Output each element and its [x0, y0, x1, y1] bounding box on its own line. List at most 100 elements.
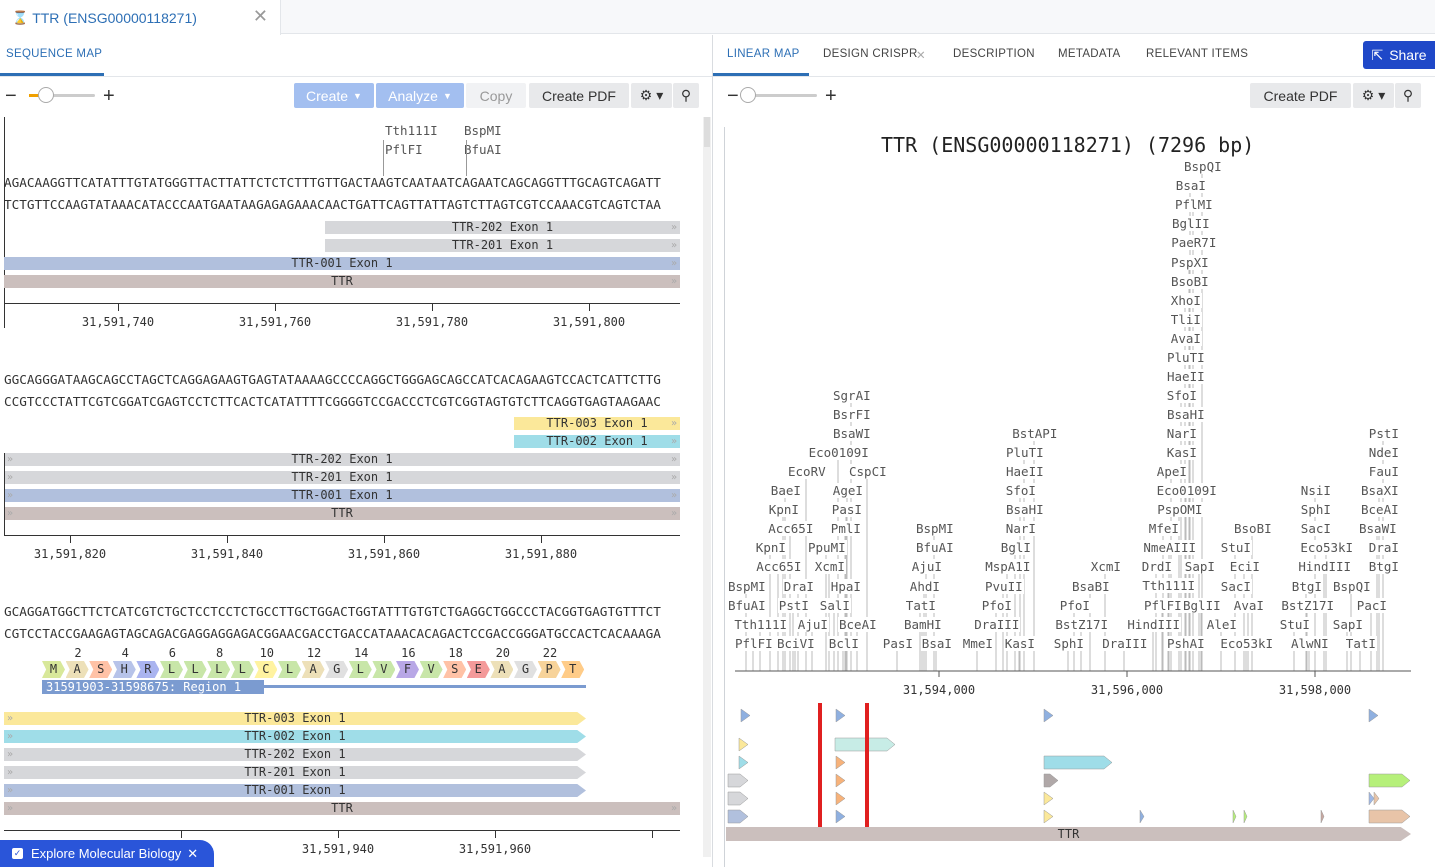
map-enzyme-label[interactable]: HindIII	[1297, 559, 1353, 574]
map-enzyme-label[interactable]: HaeII	[1005, 464, 1045, 479]
map-feature-bar[interactable]	[727, 773, 749, 788]
map-enzyme-label[interactable]: AleI	[1205, 617, 1238, 632]
map-enzyme-label[interactable]: KasI	[1165, 445, 1198, 460]
map-enzyme-label[interactable]: PaeR7I	[1170, 235, 1218, 250]
map-enzyme-label[interactable]: BsaBI	[1071, 579, 1111, 594]
map-enzyme-label[interactable]: BspQI	[1183, 159, 1223, 174]
map-enzyme-label[interactable]: Eco53kI	[1219, 636, 1275, 651]
map-feature-marker[interactable]	[1368, 791, 1375, 806]
map-feature-marker[interactable]	[1139, 809, 1145, 824]
linear-map-canvas[interactable]	[0, 0, 1435, 867]
map-enzyme-label[interactable]: MfeI	[1147, 521, 1180, 536]
map-enzyme-label[interactable]: PluTI	[1166, 350, 1206, 365]
map-enzyme-label[interactable]: AgeI	[831, 483, 864, 498]
map-feature-marker[interactable]	[835, 809, 846, 824]
map-enzyme-label[interactable]: NdeI	[1367, 445, 1400, 460]
map-feature-marker[interactable]	[738, 755, 749, 770]
map-enzyme-label[interactable]: DraI	[1367, 540, 1400, 555]
map-enzyme-label[interactable]: PpuMI	[807, 540, 847, 555]
map-enzyme-label[interactable]: Eco53kI	[1299, 540, 1355, 555]
map-enzyme-label[interactable]: SapI	[1183, 559, 1216, 574]
map-enzyme-label[interactable]: StuI	[1278, 617, 1311, 632]
map-feature-marker[interactable]	[740, 708, 751, 723]
map-enzyme-label[interactable]: PspOMI	[1156, 502, 1204, 517]
map-enzyme-label[interactable]: PasI	[881, 636, 914, 651]
map-enzyme-label[interactable]: BsaI	[1174, 178, 1207, 193]
map-enzyme-label[interactable]: XhoI	[1169, 293, 1202, 308]
map-enzyme-label[interactable]: Acc65I	[755, 559, 803, 574]
map-enzyme-label[interactable]: EciI	[1228, 559, 1261, 574]
map-enzyme-label[interactable]: BspMI	[727, 579, 767, 594]
map-enzyme-label[interactable]: PflFI	[1143, 598, 1183, 613]
map-enzyme-label[interactable]: DraIII	[1101, 636, 1149, 651]
map-enzyme-label[interactable]: BstZ17I	[1054, 617, 1110, 632]
map-enzyme-label[interactable]: SalI	[818, 598, 851, 613]
map-enzyme-label[interactable]: BsaHI	[1005, 502, 1045, 517]
map-ttr-track[interactable]: TTR	[726, 827, 1411, 841]
map-enzyme-label[interactable]: Eco0109I	[807, 445, 870, 460]
map-enzyme-label[interactable]: BsaHI	[1166, 407, 1206, 422]
map-enzyme-label[interactable]: AhdI	[908, 579, 941, 594]
map-enzyme-label[interactable]: HaeII	[1166, 369, 1206, 384]
map-enzyme-label[interactable]: SphI	[1299, 502, 1332, 517]
map-enzyme-label[interactable]: XcmI	[813, 559, 846, 574]
map-enzyme-label[interactable]: BceAI	[838, 617, 878, 632]
map-feature-marker[interactable]	[835, 708, 846, 723]
map-enzyme-label[interactable]: TatI	[904, 598, 937, 613]
map-enzyme-label[interactable]: PshAI	[1166, 636, 1206, 651]
map-enzyme-label[interactable]: PfoI	[980, 598, 1013, 613]
map-feature-bar[interactable]	[1368, 809, 1411, 824]
map-enzyme-label[interactable]: PasI	[830, 502, 863, 517]
map-feature-bar[interactable]	[1043, 755, 1113, 770]
map-enzyme-label[interactable]: XcmI	[1089, 559, 1122, 574]
map-enzyme-label[interactable]: EcoRV	[787, 464, 827, 479]
map-enzyme-label[interactable]: SphI	[1052, 636, 1085, 651]
map-enzyme-label[interactable]: CspCI	[848, 464, 888, 479]
map-feature-marker[interactable]	[835, 755, 846, 770]
map-feature-bar[interactable]	[1368, 773, 1411, 788]
map-enzyme-label[interactable]: BclI	[827, 636, 860, 651]
map-enzyme-label[interactable]: DraI	[782, 579, 815, 594]
map-enzyme-label[interactable]: AvaI	[1232, 598, 1265, 613]
map-enzyme-label[interactable]: HindIII	[1126, 617, 1182, 632]
map-enzyme-label[interactable]: BstZ17I	[1280, 598, 1336, 613]
map-enzyme-label[interactable]: PmlI	[829, 521, 862, 536]
map-enzyme-label[interactable]: PacI	[1355, 598, 1388, 613]
map-feature-marker[interactable]	[1043, 809, 1054, 824]
map-enzyme-label[interactable]: SacI	[1219, 579, 1252, 594]
map-enzyme-label[interactable]: Acc65I	[767, 521, 815, 536]
map-enzyme-label[interactable]: BstAPI	[1011, 426, 1059, 441]
map-enzyme-label[interactable]: PflMI	[1174, 197, 1214, 212]
map-feature-marker[interactable]	[1043, 791, 1054, 806]
map-enzyme-label[interactable]: FauI	[1367, 464, 1400, 479]
map-enzyme-label[interactable]: PspXI	[1170, 255, 1210, 270]
map-enzyme-label[interactable]: TliI	[1169, 312, 1202, 327]
map-enzyme-label[interactable]: StuI	[1219, 540, 1252, 555]
map-enzyme-label[interactable]: SapI	[1331, 617, 1364, 632]
map-enzyme-label[interactable]: MmeI	[961, 636, 994, 651]
map-enzyme-label[interactable]: BsaI	[920, 636, 953, 651]
map-feature-bar[interactable]	[727, 809, 749, 824]
map-enzyme-label[interactable]: BglII	[1171, 216, 1211, 231]
map-enzyme-label[interactable]: KasI	[1003, 636, 1036, 651]
map-feature-bar[interactable]	[727, 791, 749, 806]
map-enzyme-label[interactable]: SacI	[1299, 521, 1332, 536]
map-enzyme-label[interactable]: PluTI	[1005, 445, 1045, 460]
map-enzyme-label[interactable]: BfuAI	[727, 598, 767, 613]
map-enzyme-label[interactable]: PvuII	[984, 579, 1024, 594]
map-enzyme-label[interactable]: AjuI	[796, 617, 829, 632]
map-enzyme-label[interactable]: PflFI	[734, 636, 774, 651]
map-enzyme-label[interactable]: KpnI	[754, 540, 787, 555]
crispr-cut-marker[interactable]	[865, 703, 869, 831]
map-feature-bar[interactable]	[1043, 773, 1059, 788]
map-enzyme-label[interactable]: NarI	[1004, 521, 1037, 536]
crispr-cut-marker[interactable]	[818, 703, 822, 831]
map-enzyme-label[interactable]: Tth111I	[733, 617, 789, 632]
map-enzyme-label[interactable]: DrdI	[1140, 559, 1173, 574]
map-enzyme-label[interactable]: AjuI	[910, 559, 943, 574]
map-feature-marker[interactable]	[1368, 708, 1379, 723]
map-feature-marker[interactable]	[1320, 809, 1325, 824]
map-feature-marker[interactable]	[835, 791, 846, 806]
map-enzyme-label[interactable]: PfoI	[1058, 598, 1091, 613]
map-enzyme-label[interactable]: BceAI	[1360, 502, 1400, 517]
